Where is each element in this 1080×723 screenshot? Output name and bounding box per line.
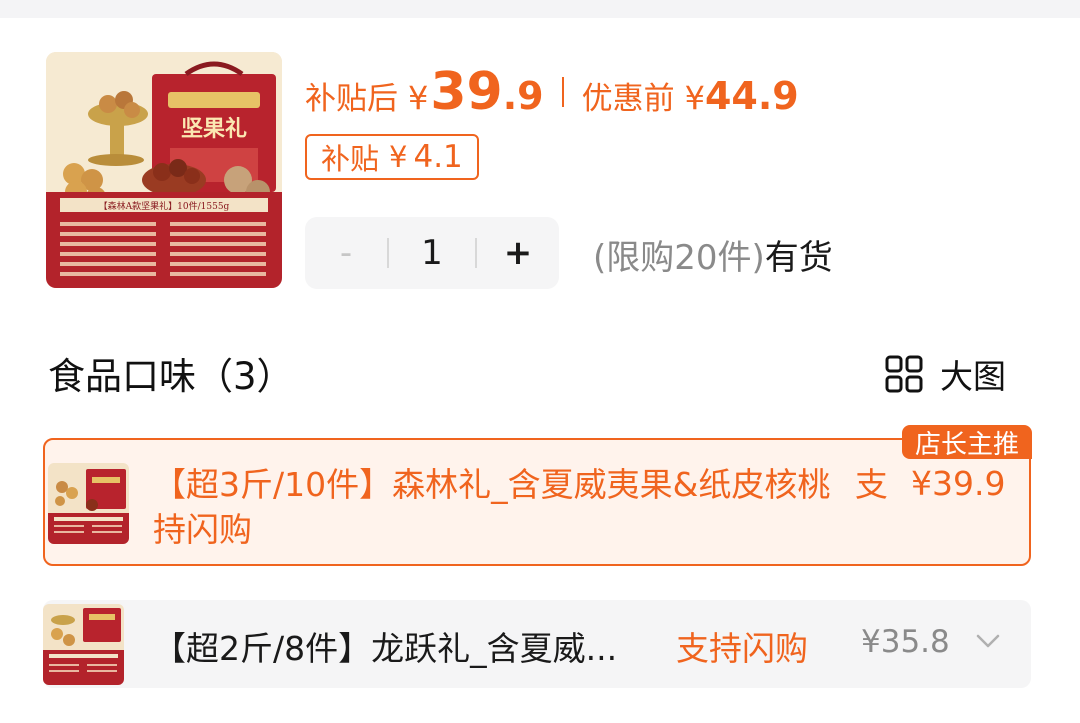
variant-description: 【超3斤/10件】森林礼_含夏威夷果&纸皮核桃 支持闪购 (153, 462, 893, 552)
variant-name: 【超2斤/8件】龙跃礼_含夏威... (153, 629, 618, 668)
top-strip (0, 0, 1080, 18)
subsidy-value: 4.1 (413, 139, 463, 175)
variant-price: ¥35.8 (861, 624, 950, 660)
flavor-option[interactable]: 【超2斤/8件】龙跃礼_含夏威... 支持闪购 ¥35.8 (43, 600, 1031, 688)
currency-symbol: ¥ (389, 140, 408, 174)
subsidy-tag: 补贴 ¥ 4.1 (305, 134, 479, 180)
variant-price: ¥39.9 (911, 464, 1006, 503)
decrease-button[interactable]: - (305, 217, 387, 289)
currency-symbol: ¥ (408, 79, 429, 117)
gift-box-illustration: 坚果礼 【森林A款坚果礼】10件/1555g (46, 52, 282, 288)
flavor-option-selected[interactable]: 【超3斤/10件】森林礼_含夏威夷果&纸皮核桃 支持闪购 ¥39.9 (43, 438, 1031, 566)
price-divider (561, 77, 564, 107)
box-banner: 【森林A款坚果礼】10件/1555g (99, 200, 230, 212)
variant-thumbnail (43, 604, 124, 685)
price-row: 补贴后 ¥ 39 .9 优惠前 ¥ 44.9 (305, 62, 799, 122)
price-after-label: 补贴后 (305, 81, 398, 117)
box-title: 坚果礼 (181, 116, 247, 142)
large-view-toggle[interactable]: 大图 (884, 350, 1006, 398)
flash-purchase-label: 支持闪购 (676, 629, 808, 668)
currency-symbol: ¥ (684, 79, 705, 117)
price-after-decimal: .9 (502, 74, 544, 118)
price-before-value: 44.9 (704, 74, 799, 118)
recommended-badge: 店长主推 (902, 425, 1032, 460)
price-before-label: 优惠前 (581, 81, 675, 117)
increase-button[interactable]: + (477, 217, 559, 289)
purchase-limit: (限购20件) (593, 238, 765, 278)
subsidy-label: 补贴 (321, 142, 380, 176)
grid-icon (885, 355, 923, 393)
gift-box-thumbnail (43, 604, 124, 685)
large-view-label: 大图 (940, 357, 1006, 396)
stock-info: (限购20件)有货 (593, 230, 833, 279)
chevron-down-icon[interactable] (975, 632, 1001, 650)
variant-thumbnail (48, 463, 129, 544)
variant-name: 【超3斤/10件】森林礼_含夏威夷果&纸皮核桃 (153, 465, 831, 504)
flavor-section-title: 食品口味（3） (48, 355, 294, 398)
quantity-value[interactable]: 1 (389, 233, 475, 273)
stock-status: 有货 (764, 238, 833, 278)
product-image[interactable]: 坚果礼 【森林A款坚果礼】10件/1555g (46, 52, 282, 288)
gift-box-thumbnail (48, 463, 129, 544)
quantity-stepper: - 1 + (305, 217, 559, 289)
price-after-integer: 39 (430, 62, 503, 122)
